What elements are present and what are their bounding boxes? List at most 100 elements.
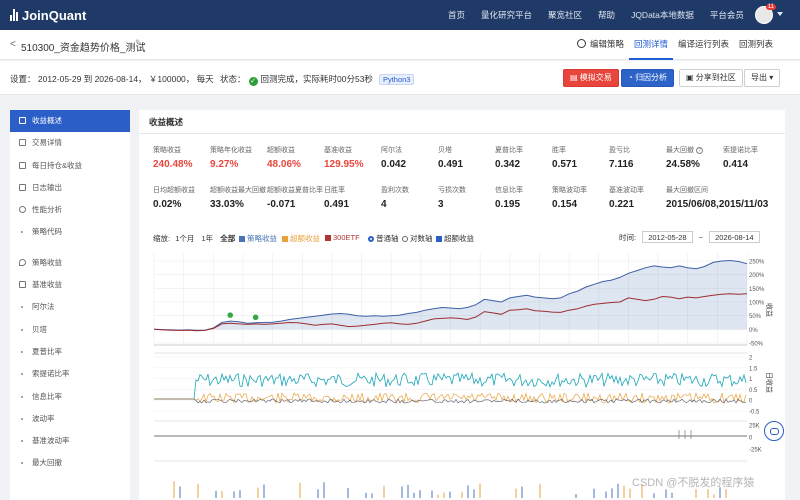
sidebar-item-perf[interactable]: 性能分析 [10, 199, 130, 221]
export-button[interactable]: 导出 ▾ [744, 69, 781, 87]
nav-help[interactable]: 帮助 [598, 9, 615, 21]
strategy-title: 510300_资金趋势价格_测试 [21, 43, 146, 54]
check-circle-icon: ✓ [248, 77, 258, 86]
y-axis-ticks: 250% 200% 150% 100% 50% 0% -50% [749, 260, 765, 348]
y-tick-label: -0.5 [749, 410, 760, 416]
logo-bars-icon [10, 9, 18, 21]
metric-profit-loss: 盈亏比 7.116 [609, 147, 634, 170]
back-icon[interactable]: < [10, 39, 16, 50]
dot-icon [21, 231, 23, 234]
metric-beta: 贝塔 0.491 [438, 147, 464, 170]
dot-icon [21, 373, 23, 376]
status-line: 状态： ✓ 回测完成，实际耗时00分53秒 Python3 [220, 73, 415, 86]
metric-drawdown-range: 最大回撤区间 2015/06/08,2015/11/03 [666, 187, 769, 210]
y-axis-label-main: 收益 [765, 303, 774, 317]
tab-edit-strategy[interactable]: 编辑策略 [572, 30, 629, 60]
sidebar-item-benchmark-return[interactable]: 基准收益 [10, 274, 130, 296]
tab-backtest-list[interactable]: 回测列表 [734, 30, 778, 60]
metric-losses: 亏损次数 3 [438, 187, 466, 210]
axis-normal-radio[interactable]: 普通轴 [368, 233, 399, 244]
date-to-input[interactable]: 2026-08-14 [709, 231, 760, 243]
sidebar-item-sharpe[interactable]: 夏普比率 [10, 341, 130, 363]
metric-max-drawdown: 最大回撤? 24.58% [666, 145, 726, 170]
legend-etf[interactable]: 300ETF [325, 233, 360, 242]
legend-excess[interactable]: 超额收益 [282, 233, 320, 244]
clock-icon [577, 39, 586, 48]
settings-bar: 设置： 2012-05-29 到 2026-08-14， ￥100000， 每天… [0, 61, 800, 95]
y-tick-label: 250% [749, 260, 765, 266]
y-tick-label: 0.5 [749, 388, 758, 394]
metric-bench-vol: 基准波动率 0.221 [609, 187, 644, 210]
dot-icon [21, 350, 23, 353]
sidebar-item-code[interactable]: 策略代码 [10, 221, 130, 243]
tab-compile-list[interactable]: 编译运行列表 [673, 30, 734, 60]
sidebar-item-beta[interactable]: 贝塔 [10, 319, 130, 341]
sidebar-item-info-ratio[interactable]: 信息比率 [10, 386, 130, 408]
brand-name: JoinQuant [22, 7, 87, 23]
chevron-down-icon[interactable] [777, 12, 783, 16]
tab-backtest-detail[interactable]: 回测详情 [629, 30, 674, 60]
pin-icon [19, 258, 26, 266]
zoom-1m[interactable]: 1个月 [175, 234, 194, 243]
returns-chart[interactable]: 250% 200% 150% 100% 50% 0% -50% 收益 2 1.5 1 0.5 0 -0… [139, 247, 785, 500]
sidebar: 收益概述 交易详情 每日持仓&收益 日志输出 性能分析 策略代码 策略收益 基准… [10, 110, 130, 500]
metric-info-ratio: 信息比率 0.195 [495, 187, 523, 210]
avatar[interactable]: 11 [755, 4, 776, 24]
metric-wins: 盈利次数 4 [381, 187, 409, 210]
nav-home[interactable]: 首页 [448, 9, 465, 21]
nav-research[interactable]: 量化研究平台 [481, 9, 532, 21]
y-tick-label: 100% [749, 301, 765, 307]
share-button[interactable]: ▣ 分享到社区 [679, 69, 743, 87]
sidebar-item-strategy-return[interactable]: 策略收益 [10, 252, 130, 274]
joinquant-logo[interactable]: JoinQuant [10, 8, 86, 23]
metric-benchmark-return: 基准收益 129.95% [324, 147, 364, 170]
notification-badge: 11 [765, 4, 776, 10]
y-tick-label: 1 [749, 377, 753, 383]
sidebar-item-volatility[interactable]: 波动率 [10, 408, 130, 430]
sidebar-item-alpha[interactable]: 阿尔法 [10, 296, 130, 318]
date-from-input[interactable]: 2012-05-28 [642, 231, 693, 243]
y-tick-label: 2 [749, 356, 753, 362]
list-icon [19, 139, 26, 147]
strategy-tabs: 编辑策略 回测详情 编译运行列表 回测列表 [572, 30, 778, 60]
metric-strategy-return: 策略收益 240.48% [153, 147, 193, 170]
metric-annual-return: 策略年化收益 9.27% [210, 147, 252, 170]
dot-icon [21, 462, 23, 465]
dot-icon [21, 417, 23, 420]
chat-icon[interactable] [764, 421, 784, 441]
nav-community[interactable]: 聚宽社区 [548, 9, 582, 21]
database-icon [19, 281, 26, 289]
sidebar-item-bench-vol[interactable]: 基准波动率 [10, 430, 130, 452]
metric-daily-win: 日胜率 0.491 [324, 187, 350, 210]
zoom-all[interactable]: 全部 [220, 234, 235, 243]
sidebar-item-positions[interactable]: 每日持仓&收益 [10, 155, 130, 177]
dot-icon [21, 440, 23, 443]
zoom-1y[interactable]: 1年 [201, 234, 213, 243]
nav-jqdata[interactable]: JQData本地数据 [631, 9, 694, 21]
panel-title: 收益概述 [139, 110, 785, 134]
watermark: CSDN @不脱发的程序猿 [632, 477, 755, 489]
y-tick-label: 0 [749, 436, 753, 442]
sidebar-item-logs[interactable]: 日志输出 [10, 177, 130, 199]
nav-membership[interactable]: 平台会员 [710, 9, 744, 21]
help-icon[interactable]: ? [696, 147, 703, 154]
axis-log-radio[interactable]: 对数轴 [402, 233, 433, 244]
y-tick-label: 50% [749, 314, 762, 320]
metric-win-rate: 胜率 0.571 [552, 147, 578, 170]
attribution-button[interactable]: ◔ 归因分析 [621, 69, 675, 87]
sim-trade-button[interactable]: ▤ 模拟交易 [563, 69, 619, 87]
y-tick-label: -50% [749, 342, 764, 348]
sidebar-item-sortino[interactable]: 索提诺比率 [10, 363, 130, 385]
sidebar-item-summary[interactable]: 收益概述 [10, 110, 130, 133]
chart-controls: 缩放: 1个月 1年 全部 策略收益 超额收益 300ETF 普通轴 对数轴 超… [139, 231, 785, 245]
edit-pencil-icon[interactable]: ✎ [135, 38, 143, 49]
chart-icon [19, 117, 26, 124]
trade-marker [227, 312, 234, 318]
legend-strategy[interactable]: 策略收益 [239, 233, 277, 244]
sidebar-item-trades[interactable]: 交易详情 [10, 132, 130, 154]
backtest-settings: 设置： 2012-05-29 到 2026-08-14， ￥100000， 每天 [10, 74, 214, 84]
python-badge: Python3 [378, 74, 415, 85]
excess-checkbox[interactable]: 超额收益 [436, 233, 474, 244]
sidebar-item-max-drawdown[interactable]: 最大回撤 [10, 452, 130, 474]
log-icon [19, 183, 26, 191]
